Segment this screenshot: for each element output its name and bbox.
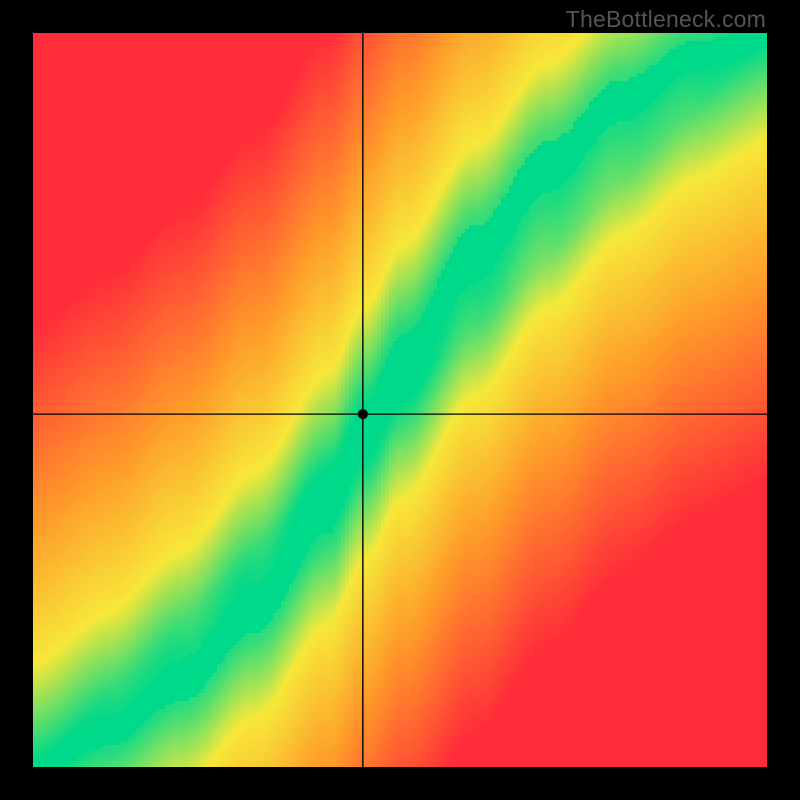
watermark-text: TheBottleneck.com xyxy=(566,6,766,33)
heatmap-canvas xyxy=(33,33,767,767)
chart-frame: TheBottleneck.com xyxy=(0,0,800,800)
heatmap-plot xyxy=(33,33,767,767)
